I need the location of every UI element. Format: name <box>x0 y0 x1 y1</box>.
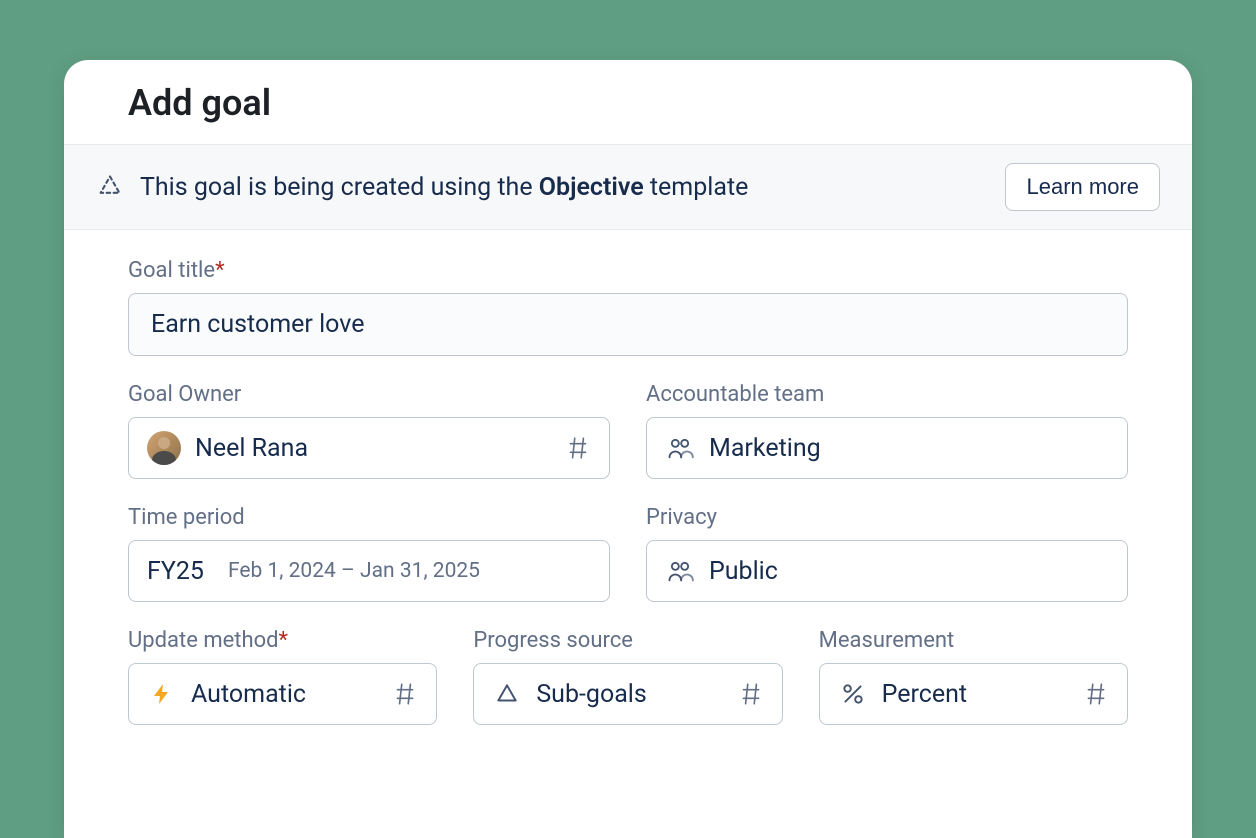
goal-owner-select[interactable]: Neel Rana <box>128 417 610 479</box>
required-asterisk: * <box>215 258 224 283</box>
progress-source-field: Progress source Sub-goals <box>473 628 782 725</box>
goal-owner-value: Neel Rana <box>195 434 551 463</box>
update-method-field: Update method* Automatic <box>128 628 437 725</box>
time-period-label: Time period <box>128 505 610 530</box>
percent-icon <box>838 679 868 709</box>
hash-icon <box>565 435 591 461</box>
update-method-label: Update method* <box>128 628 437 653</box>
time-period-field: Time period FY25 Feb 1, 2024 – Jan 31, 2… <box>128 505 610 602</box>
template-icon <box>96 173 124 201</box>
goal-title-label: Goal title* <box>128 258 1128 283</box>
privacy-value: Public <box>709 557 1109 586</box>
template-info-banner: This goal is being created using the Obj… <box>64 144 1192 230</box>
learn-more-button[interactable]: Learn more <box>1005 163 1160 211</box>
accountable-team-field: Accountable team Marketing <box>646 382 1128 479</box>
avatar <box>147 431 181 465</box>
required-asterisk: * <box>279 628 288 653</box>
privacy-field: Privacy Public <box>646 505 1128 602</box>
time-period-range: Feb 1, 2024 – Jan 31, 2025 <box>228 559 480 583</box>
goal-title-field: Goal title* <box>128 258 1128 356</box>
time-period-value: FY25 <box>147 557 204 586</box>
privacy-select[interactable]: Public <box>646 540 1128 602</box>
progress-source-select[interactable]: Sub-goals <box>473 663 782 725</box>
hash-icon <box>738 681 764 707</box>
add-goal-modal: Add goal This goal is being created usin… <box>64 60 1192 838</box>
measurement-select[interactable]: Percent <box>819 663 1128 725</box>
measurement-value: Percent <box>882 680 1069 709</box>
people-icon <box>665 433 695 463</box>
modal-title: Add goal <box>128 82 1128 124</box>
progress-source-value: Sub-goals <box>536 680 723 709</box>
measurement-field: Measurement Percent <box>819 628 1128 725</box>
banner-text: This goal is being created using the Obj… <box>140 173 748 202</box>
privacy-label: Privacy <box>646 505 1128 530</box>
people-icon <box>665 556 695 586</box>
goal-owner-field: Goal Owner Neel Rana <box>128 382 610 479</box>
accountable-team-select[interactable]: Marketing <box>646 417 1128 479</box>
hash-icon <box>1083 681 1109 707</box>
accountable-team-label: Accountable team <box>646 382 1128 407</box>
goal-owner-label: Goal Owner <box>128 382 610 407</box>
modal-body: Goal title* Goal Owner Neel Rana Account… <box>64 230 1192 838</box>
modal-header: Add goal <box>64 60 1192 144</box>
goal-title-input[interactable] <box>128 293 1128 356</box>
update-method-value: Automatic <box>191 680 378 709</box>
time-period-select[interactable]: FY25 Feb 1, 2024 – Jan 31, 2025 <box>128 540 610 602</box>
triangle-icon <box>492 679 522 709</box>
update-method-select[interactable]: Automatic <box>128 663 437 725</box>
hash-icon <box>392 681 418 707</box>
accountable-team-value: Marketing <box>709 434 1109 463</box>
measurement-label: Measurement <box>819 628 1128 653</box>
banner-content: This goal is being created using the Obj… <box>96 173 989 202</box>
progress-source-label: Progress source <box>473 628 782 653</box>
bolt-icon <box>147 679 177 709</box>
